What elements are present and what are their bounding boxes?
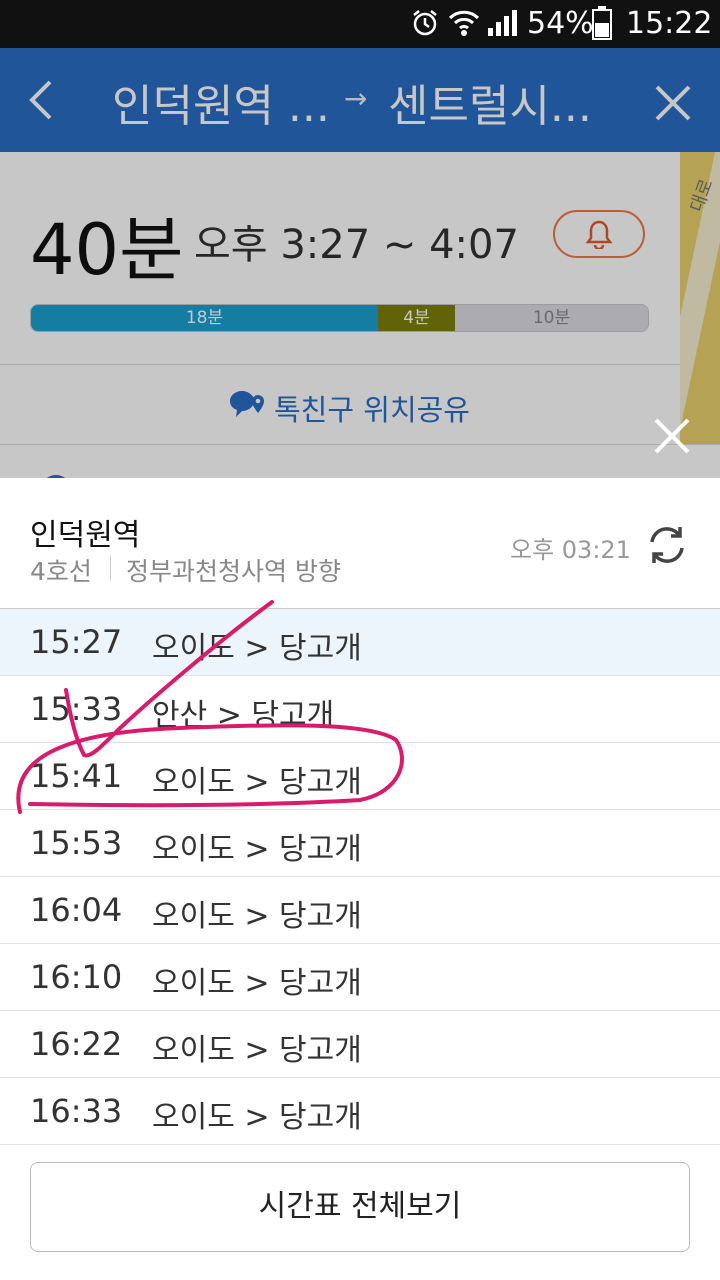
departure-time: 16:33 [30,1092,123,1130]
update-time: 오후 03:21 [510,536,631,564]
departure-route: 오이도 > 당고개 [152,1033,362,1068]
status-bar: 54% 15:22 [0,0,720,48]
close-sheet-icon[interactable] [653,417,691,459]
station-name: 인덕원역 [30,518,141,553]
battery-icon [592,6,612,44]
signal-icon [486,8,518,42]
departure-time: 15:41 [30,757,123,795]
departure-route: 오이도 > 당고개 [152,966,362,1001]
departure-time: 16:04 [30,891,123,929]
status-clock: 15:22 [626,6,713,41]
departure-time: 15:33 [30,690,123,728]
departure-time: 16:10 [30,958,123,996]
line-name: 4호선 [30,557,92,586]
departure-time: 15:27 [30,623,123,661]
refresh-icon[interactable] [644,522,690,572]
departure-time: 16:22 [30,1025,123,1063]
departure-row[interactable]: 16:10 오이도 > 당고개 [0,944,720,1011]
departure-route: 오이도 > 당고개 [152,832,362,867]
departure-list: 15:27 오이도 > 당고개 15:33 안산 > 당고개 15:41 오이도 > … [0,608,720,1145]
departure-route: 오이도 > 당고개 [152,765,362,800]
full-timetable-button[interactable]: 시간표 전체보기 [30,1162,690,1252]
departure-route: 안산 > 당고개 [152,698,335,733]
departure-row[interactable]: 16:04 오이도 > 당고개 [0,877,720,944]
timetable-sheet: 인덕원역 4호선 정부과천청사역 방향 오후 03:21 15:27 오이도 > … [0,478,720,1280]
departure-route: 오이도 > 당고개 [152,1100,362,1135]
battery-percent: 54% [527,6,594,41]
divider [110,556,111,580]
departure-row[interactable]: 16:33 오이도 > 당고개 [0,1078,720,1145]
departure-route: 오이도 > 당고개 [152,899,362,934]
dim-overlay[interactable] [0,48,720,478]
departure-time: 15:53 [30,824,123,862]
departure-row[interactable]: 15:27 오이도 > 당고개 [0,609,720,676]
alarm-clock-icon [410,8,440,42]
departure-row[interactable]: 15:53 오이도 > 당고개 [0,810,720,877]
departure-route: 오이도 > 당고개 [152,631,362,666]
departure-row[interactable]: 16:22 오이도 > 당고개 [0,1011,720,1078]
departure-row[interactable]: 15:41 오이도 > 당고개 [0,743,720,810]
departure-row[interactable]: 15:33 안산 > 당고개 [0,676,720,743]
direction-label: 정부과천청사역 방향 [126,557,341,586]
wifi-icon [448,8,480,42]
